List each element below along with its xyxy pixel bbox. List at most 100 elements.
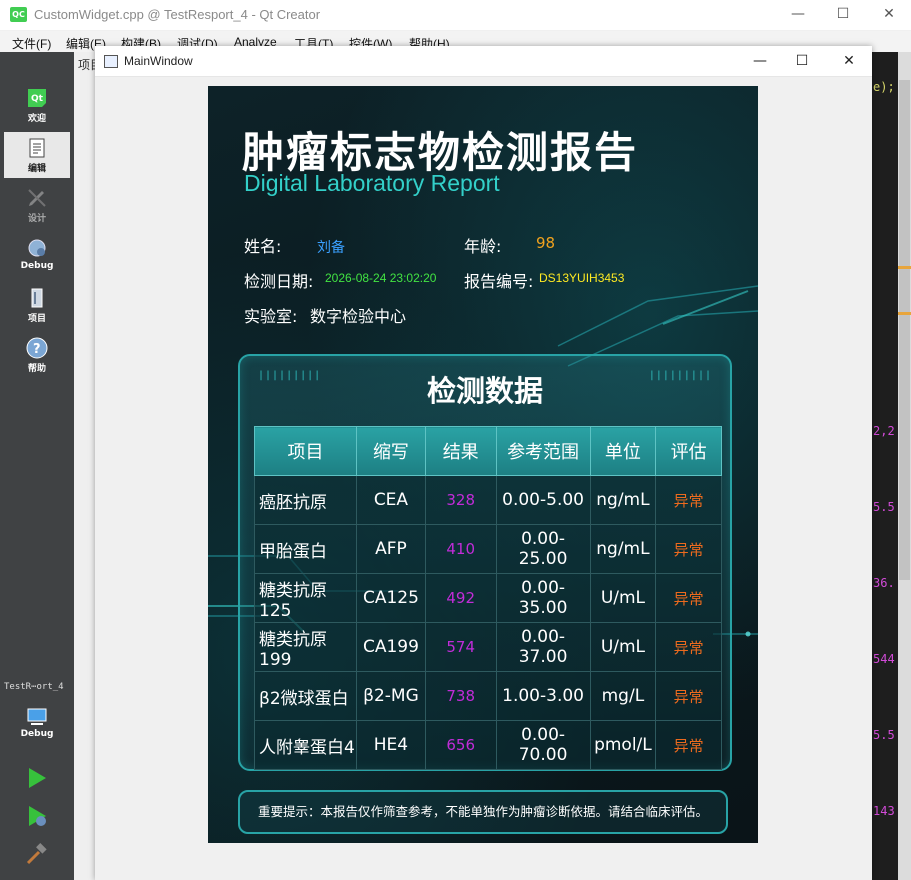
mode-label: 编辑 xyxy=(27,164,46,174)
project-name: TestR⋯ort_4 xyxy=(4,682,64,692)
cell-unit: U/mL xyxy=(589,573,657,623)
code-fragment: 143 xyxy=(873,804,895,818)
date-label: 检测日期: xyxy=(244,272,314,291)
main-window-title-bar: MainWindow — ☐ ✕ xyxy=(95,46,872,77)
mode-sidebar: Qt 欢迎 编辑 设计 Debug 项目 ? 帮助 TestR⋯ort_4 De… xyxy=(0,52,74,880)
mode-label: Debug xyxy=(20,261,54,271)
test-data-panel: ||||||||| ||||||||| 检测数据 项目 缩写 结果 参考范围 单… xyxy=(238,354,732,771)
cell-range: 0.00-25.00 xyxy=(495,524,591,574)
cell-range: 0.00-35.00 xyxy=(495,573,591,623)
cell-unit: mg/L xyxy=(589,671,657,721)
cell-result: 410 xyxy=(424,524,497,574)
name-value: 刘备 xyxy=(317,240,345,256)
cell-unit: ng/mL xyxy=(589,475,657,525)
age-value: 98 xyxy=(536,234,556,252)
cell-result: 738 xyxy=(424,671,497,721)
cell-abbr: β2-MG xyxy=(356,671,426,721)
svg-text:Qt: Qt xyxy=(31,94,44,104)
cell-abbr: CEA xyxy=(356,475,426,525)
kit-selector[interactable]: Debug xyxy=(4,700,70,746)
date-value: 2026-08-24 23:02:20 xyxy=(325,271,437,285)
lab-value: 数字检验中心 xyxy=(310,307,407,326)
header-abbr: 缩写 xyxy=(356,426,426,476)
cell-range: 0.00-37.00 xyxy=(495,622,591,672)
mode-label: 帮助 xyxy=(27,364,46,374)
main-window: MainWindow — ☐ ✕ 肿瘤标志物检测报告 Digital Labor… xyxy=(95,46,872,880)
mode-welcome[interactable]: Qt 欢迎 xyxy=(4,82,70,128)
mode-edit[interactable]: 编辑 xyxy=(4,132,70,178)
lab-label: 实验室: xyxy=(244,307,298,326)
mode-debug[interactable]: Debug xyxy=(4,232,70,278)
minimize-icon[interactable]: — xyxy=(745,51,775,71)
code-fragment: 5.5 xyxy=(873,728,895,742)
design-pencil-icon xyxy=(28,189,46,207)
run-icon[interactable] xyxy=(25,766,49,790)
cell-eval: 异常 xyxy=(655,475,722,525)
cell-item: 癌胚抗原 xyxy=(253,475,358,525)
cell-abbr: HE4 xyxy=(356,720,426,770)
monitor-icon xyxy=(27,708,47,725)
code-fragment: e); xyxy=(873,80,895,94)
cell-eval: 异常 xyxy=(655,622,722,672)
mode-label: 欢迎 xyxy=(27,114,46,124)
cell-abbr: CA125 xyxy=(356,573,426,623)
cell-eval: 异常 xyxy=(655,524,722,574)
table-row: β2微球蛋白 β2-MG 738 1.00-3.00 mg/L 异常 xyxy=(253,671,722,721)
cell-item: 人附睾蛋白4 xyxy=(253,720,358,770)
cell-abbr: AFP xyxy=(356,524,426,574)
header-unit: 单位 xyxy=(589,426,657,476)
scrollbar-thumb[interactable] xyxy=(899,80,910,580)
mode-projects[interactable]: 项目 xyxy=(4,282,70,328)
build-hammer-icon[interactable] xyxy=(25,842,49,866)
minimize-icon[interactable]: — xyxy=(785,4,811,24)
report-id-label: 报告编号: xyxy=(464,272,534,291)
mode-label: 项目 xyxy=(27,314,46,324)
results-table: 项目 缩写 结果 参考范围 单位 评估 癌胚抗原 CEA 328 0.00-5.… xyxy=(253,426,722,770)
cell-result: 492 xyxy=(424,573,497,623)
table-row: 甲胎蛋白 AFP 410 0.00-25.00 ng/mL 异常 xyxy=(253,524,722,574)
report-widget: 肿瘤标志物检测报告 Digital Laboratory Report 姓名: … xyxy=(208,86,758,843)
name-label: 姓名: xyxy=(244,237,282,256)
qt-creator-title-bar: QC CustomWidget.cpp @ TestResport_4 - Qt… xyxy=(0,0,911,30)
cell-range: 0.00-70.00 xyxy=(495,720,591,770)
mode-help[interactable]: ? 帮助 xyxy=(4,332,70,378)
cell-eval: 异常 xyxy=(655,671,722,721)
cell-eval: 异常 xyxy=(655,573,722,623)
help-question-icon: ? xyxy=(26,337,48,359)
table-row: 癌胚抗原 CEA 328 0.00-5.00 ng/mL 异常 xyxy=(253,475,722,525)
debug-run-icon[interactable] xyxy=(25,804,49,828)
table-header-row: 项目 缩写 结果 参考范围 单位 评估 xyxy=(253,426,722,476)
close-icon[interactable]: ✕ xyxy=(876,4,902,24)
project-wrench-icon xyxy=(31,288,43,308)
report-subtitle: Digital Laboratory Report xyxy=(244,170,500,196)
code-fragment: 36. xyxy=(873,576,895,590)
cell-result: 656 xyxy=(424,720,497,770)
scroll-marker xyxy=(898,312,911,315)
header-result: 结果 xyxy=(424,426,497,476)
age-label: 年龄: xyxy=(464,237,502,256)
qt-logo-icon: Qt xyxy=(28,89,46,107)
table-row: 人附睾蛋白4 HE4 656 0.00-70.00 pmol/L 异常 xyxy=(253,720,722,770)
panel-title: 检测数据 xyxy=(426,374,543,408)
window-icon xyxy=(104,55,118,68)
table-row: 糖类抗原125 CA125 492 0.00-35.00 U/mL 异常 xyxy=(253,573,722,623)
qt-creator-logo-icon: QC xyxy=(10,7,27,22)
cell-unit: ng/mL xyxy=(589,524,657,574)
close-icon[interactable]: ✕ xyxy=(834,51,864,71)
cell-result: 574 xyxy=(424,622,497,672)
cell-item: 甲胎蛋白 xyxy=(253,524,358,574)
menu-file[interactable]: 文件(F) xyxy=(12,35,51,52)
cell-item: 糖类抗原125 xyxy=(253,573,358,623)
mode-label: 设计 xyxy=(27,214,46,224)
code-editor[interactable] xyxy=(872,52,898,880)
editor-left-strip xyxy=(74,52,97,880)
cell-item: β2微球蛋白 xyxy=(253,671,358,721)
svg-text:?: ? xyxy=(33,342,41,357)
mode-design[interactable]: 设计 xyxy=(4,182,70,228)
maximize-icon[interactable]: ☐ xyxy=(787,51,817,71)
scroll-marker xyxy=(898,266,911,269)
cell-range: 0.00-5.00 xyxy=(495,475,591,525)
maximize-icon[interactable]: ☐ xyxy=(830,4,856,24)
report-id-value: DS13YUIH3453 xyxy=(539,271,625,285)
header-range: 参考范围 xyxy=(495,426,591,476)
